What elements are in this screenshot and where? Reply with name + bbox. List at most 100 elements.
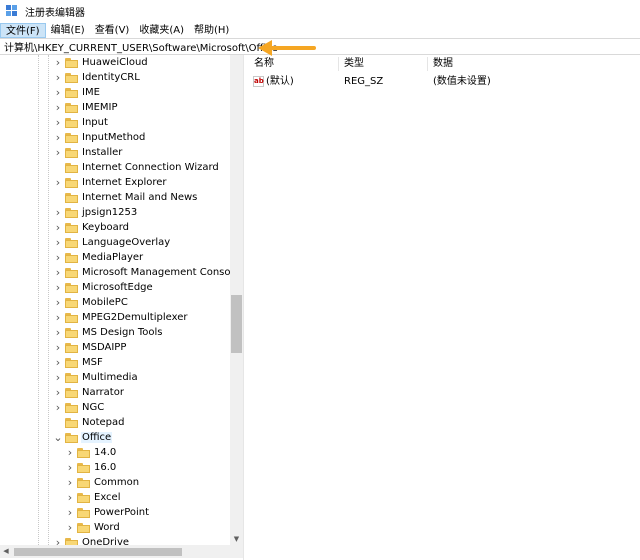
tree-item-label: Internet Explorer	[82, 177, 167, 188]
tree-item-label: MobilePC	[82, 297, 128, 308]
tree-item[interactable]: › MS Design Tools	[53, 325, 164, 340]
chevron-right-icon[interactable]: ›	[53, 175, 63, 190]
tree-item[interactable]: › 16.0	[65, 460, 117, 475]
chevron-right-icon[interactable]: ›	[53, 400, 63, 415]
chevron-down-icon[interactable]: ⌄	[53, 430, 63, 445]
tree-item[interactable]: › IdentityCRL	[53, 70, 141, 85]
chevron-right-icon[interactable]: ›	[53, 70, 63, 85]
tree-item[interactable]: › IME	[53, 85, 101, 100]
tree-item-label: LanguageOverlay	[82, 237, 171, 248]
chevron-right-icon[interactable]: ›	[53, 55, 63, 70]
address-path[interactable]: 计算机\HKEY_CURRENT_USER\Software\Microsoft…	[0, 39, 278, 54]
chevron-right-icon[interactable]: ›	[53, 325, 63, 340]
column-header-data[interactable]: 数据	[433, 57, 453, 71]
tree-item[interactable]: › Excel	[65, 490, 122, 505]
chevron-right-icon[interactable]: ›	[53, 265, 63, 280]
tree-item[interactable]: › MobilePC	[53, 295, 129, 310]
scroll-down-icon[interactable]: ▼	[230, 533, 243, 545]
tree-item[interactable]: › IMEMIP	[53, 100, 119, 115]
chevron-right-icon[interactable]: ›	[53, 370, 63, 385]
tree-item[interactable]: › Internet Explorer	[53, 175, 168, 190]
folder-icon	[65, 252, 78, 263]
tree-item[interactable]: › MSF	[53, 355, 104, 370]
chevron-right-icon[interactable]: ›	[65, 505, 75, 520]
tree-item[interactable]: › HuaweiCloud	[53, 55, 149, 70]
chevron-right-icon[interactable]: ›	[53, 130, 63, 145]
tree-item[interactable]: › Common	[65, 475, 140, 490]
tree-item-label: MSF	[82, 357, 103, 368]
tree-item[interactable]: › MediaPlayer	[53, 250, 144, 265]
tree-item[interactable]: › Input	[53, 115, 109, 130]
chevron-right-icon[interactable]: ›	[53, 295, 63, 310]
chevron-right-icon[interactable]: ›	[53, 355, 63, 370]
title-bar: 注册表编辑器	[0, 0, 640, 22]
column-separator[interactable]	[427, 57, 428, 71]
tree-item[interactable]: › Multimedia	[53, 370, 139, 385]
tree-item[interactable]: › PowerPoint	[65, 505, 150, 520]
chevron-right-icon[interactable]: ›	[65, 520, 75, 535]
value-data[interactable]: (数值未设置)	[433, 74, 491, 89]
chevron-right-icon[interactable]: ›	[53, 385, 63, 400]
tree-item[interactable]: Notepad	[53, 415, 126, 430]
chevron-right-icon[interactable]: ›	[53, 235, 63, 250]
chevron-right-icon[interactable]: ›	[53, 205, 63, 220]
chevron-right-icon[interactable]: ›	[53, 220, 63, 235]
tree-item[interactable]: ⌄ Office	[53, 430, 113, 445]
tree-item[interactable]: › jpsign1253	[53, 205, 138, 220]
folder-icon	[65, 432, 78, 443]
tree-item[interactable]: › InputMethod	[53, 130, 146, 145]
folder-icon	[65, 387, 78, 398]
folder-icon	[65, 312, 78, 323]
tree-item[interactable]: › LanguageOverlay	[53, 235, 171, 250]
tree-item[interactable]: › MicrosoftEdge	[53, 280, 154, 295]
folder-icon	[65, 327, 78, 338]
tree-item[interactable]: Internet Connection Wizard	[53, 160, 220, 175]
menu-edit[interactable]: 编辑(E)	[46, 23, 90, 38]
tree-item[interactable]: › Microsoft Management Console	[53, 265, 240, 280]
tree-item[interactable]: › MSDAIPP	[53, 340, 127, 355]
tree-item-label: MPEG2Demultiplexer	[82, 312, 188, 323]
value-type[interactable]: REG_SZ	[344, 74, 383, 89]
menu-file[interactable]: 文件(F)	[0, 22, 46, 38]
tree-horizontal-scroll-thumb[interactable]	[14, 548, 182, 556]
tree-item-label: NGC	[82, 402, 105, 413]
value-name[interactable]: (默认)	[266, 74, 294, 89]
tree-item[interactable]: › Keyboard	[53, 220, 130, 235]
column-separator[interactable]	[338, 57, 339, 71]
menu-help[interactable]: 帮助(H)	[189, 23, 234, 38]
address-bar[interactable]: 计算机\HKEY_CURRENT_USER\Software\Microsoft…	[0, 38, 640, 55]
chevron-right-icon[interactable]: ›	[65, 445, 75, 460]
chevron-right-icon[interactable]: ›	[65, 460, 75, 475]
tree-vertical-scroll-thumb[interactable]	[231, 295, 242, 353]
tree-item[interactable]: › 14.0	[65, 445, 117, 460]
menu-view[interactable]: 查看(V)	[90, 23, 135, 38]
tree-item[interactable]: › Narrator	[53, 385, 125, 400]
chevron-right-icon[interactable]: ›	[53, 100, 63, 115]
chevron-right-icon[interactable]: ›	[53, 115, 63, 130]
chevron-right-icon[interactable]: ›	[53, 340, 63, 355]
chevron-right-icon[interactable]: ›	[53, 250, 63, 265]
tree-item[interactable]: › Installer	[53, 145, 123, 160]
tree-item[interactable]: › Word	[65, 520, 121, 535]
column-header-type[interactable]: 类型	[344, 57, 364, 71]
tree-item[interactable]: Internet Mail and News	[53, 190, 198, 205]
chevron-right-icon[interactable]: ›	[53, 85, 63, 100]
column-header-name[interactable]: 名称	[254, 57, 274, 71]
tree-item-label: Internet Connection Wizard	[82, 162, 219, 173]
chevron-right-icon[interactable]: ›	[53, 280, 63, 295]
folder-icon	[77, 522, 90, 533]
folder-icon	[65, 192, 78, 203]
chevron-right-icon[interactable]: ›	[65, 475, 75, 490]
chevron-right-icon[interactable]: ›	[53, 145, 63, 160]
tree-item[interactable]: › NGC	[53, 400, 105, 415]
scroll-left-icon[interactable]: ◀	[0, 545, 12, 558]
tree-item[interactable]: › MPEG2Demultiplexer	[53, 310, 188, 325]
chevron-right-icon[interactable]: ›	[53, 310, 63, 325]
menu-favorites[interactable]: 收藏夹(A)	[134, 23, 189, 38]
chevron-right-icon[interactable]: ›	[65, 490, 75, 505]
key-tree[interactable]: › HuaweiCloud › IdentityCRL › IME › IMEMIP › Inpu…	[0, 55, 243, 560]
tree-item-label: MSDAIPP	[82, 342, 127, 353]
values-pane[interactable]	[249, 55, 640, 560]
